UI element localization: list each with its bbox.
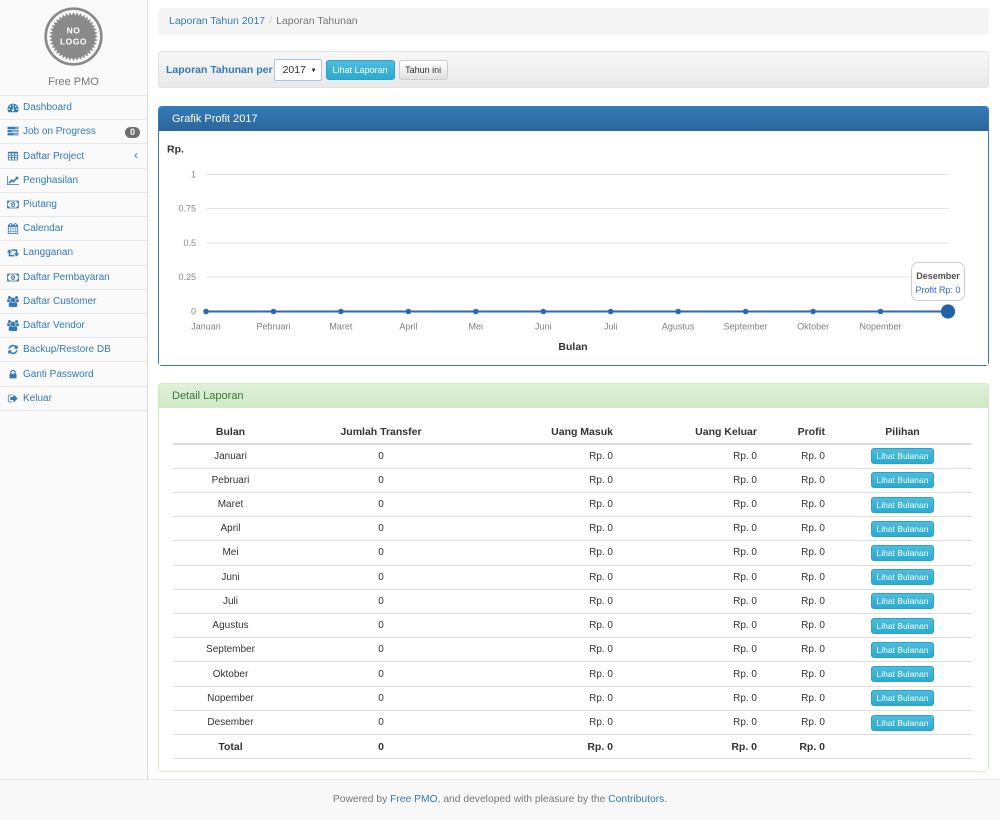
svg-text:0.5: 0.5 xyxy=(183,238,196,248)
svg-text:Oktober: Oktober xyxy=(797,322,829,332)
svg-text:Desember: Desember xyxy=(916,271,960,281)
svg-text:LOGO: LOGO xyxy=(60,37,87,47)
svg-text:1: 1 xyxy=(191,169,196,179)
svg-text:Juni: Juni xyxy=(535,322,552,332)
svg-text:0.75: 0.75 xyxy=(178,204,196,214)
svg-text:Pebruari: Pebruari xyxy=(256,322,290,332)
svg-text:0: 0 xyxy=(191,307,196,317)
svg-text:Agustus: Agustus xyxy=(662,322,695,332)
svg-text:Profit Rp: 0: Profit Rp: 0 xyxy=(915,285,960,295)
svg-text:Mei: Mei xyxy=(469,322,484,332)
svg-text:Januari: Januari xyxy=(191,322,221,332)
svg-text:NO: NO xyxy=(67,26,81,36)
svg-text:Rp.: Rp. xyxy=(167,144,184,156)
svg-text:Juli: Juli xyxy=(604,322,618,332)
svg-text:September: September xyxy=(724,322,768,332)
svg-text:Maret: Maret xyxy=(329,322,353,332)
svg-text:Bulan: Bulan xyxy=(558,341,587,353)
svg-text:0.25: 0.25 xyxy=(178,272,196,282)
svg-text:Nopember: Nopember xyxy=(859,322,901,332)
svg-text:April: April xyxy=(399,322,417,332)
